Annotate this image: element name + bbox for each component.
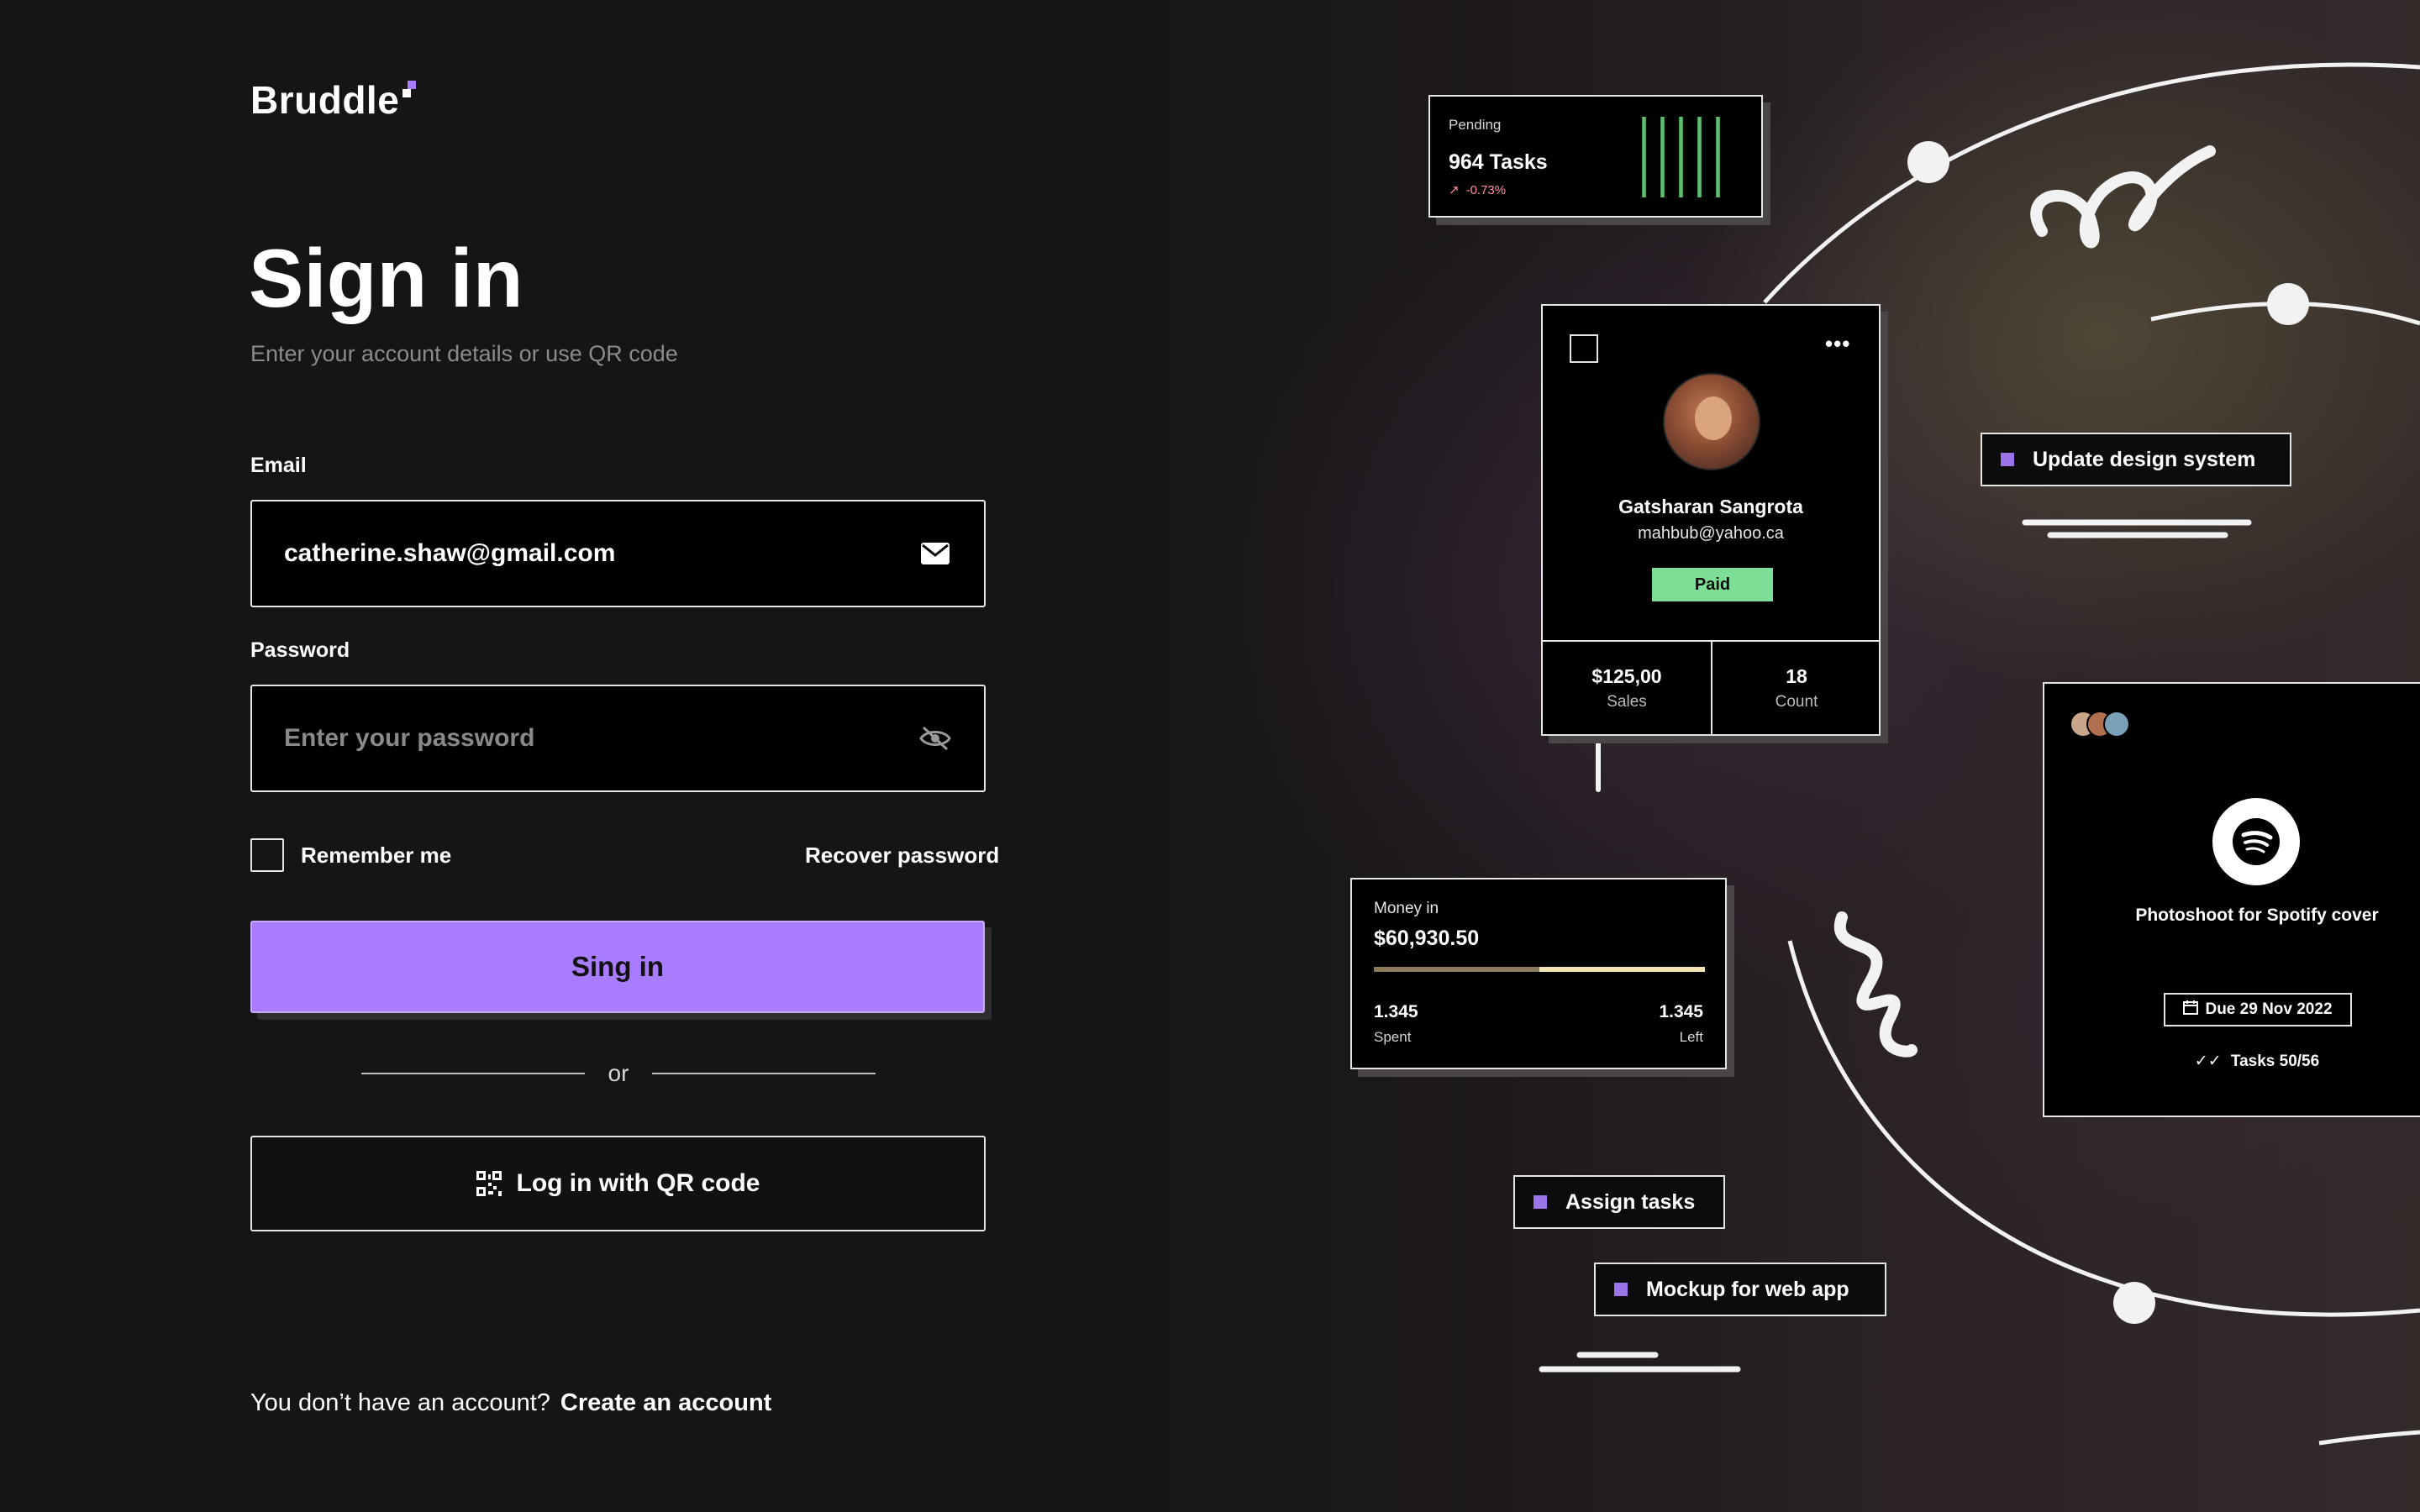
create-account-link[interactable]: Create an account: [560, 1389, 771, 1416]
page-title: Sign in: [249, 232, 523, 324]
or-divider: or: [361, 1060, 876, 1087]
pending-change-row: ↗ -0.73%: [1449, 182, 1507, 198]
assignee-avatars: [2070, 711, 2130, 738]
tag-marker: [1614, 1283, 1628, 1296]
email-field[interactable]: catherine.shaw@gmail.com: [250, 500, 986, 607]
password-placeholder[interactable]: Enter your password: [284, 724, 918, 753]
count-stat: 18 Count: [1712, 665, 1881, 711]
sign-in-button[interactable]: Sing in: [250, 921, 985, 1013]
signup-prompt: You don’t have an account? Create an acco…: [250, 1389, 771, 1417]
tag-update-design-system: Update design system: [1981, 433, 2291, 486]
left-value: 1.345: [1659, 1002, 1703, 1021]
tag-mockup-web-app: Mockup for web app: [1594, 1263, 1886, 1316]
profile-email: mahbub@yahoo.ca: [1638, 524, 1784, 543]
tag-marker: [2001, 453, 2014, 466]
qr-login-button[interactable]: Log in with QR code: [250, 1136, 986, 1231]
calendar-icon: [2183, 1000, 2199, 1020]
profile-card: ••• Gatsharan Sangrota mahbub@yahoo.ca P…: [1541, 304, 1881, 736]
mail-icon: [918, 537, 952, 570]
money-in-card: Money in $60,930.50 1.345 Spent 1.345 Le…: [1350, 878, 1727, 1069]
remember-label: Remember me: [301, 842, 452, 868]
qr-login-label: Log in with QR code: [516, 1169, 760, 1197]
divider-line: [361, 1073, 585, 1074]
due-date-text: Due 29 Nov 2022: [2205, 1000, 2333, 1018]
money-progress-fill: [1374, 967, 1539, 972]
password-label: Password: [250, 638, 350, 662]
profile-checkbox[interactable]: [1570, 334, 1598, 363]
brand-name: Bruddle: [250, 78, 400, 122]
pending-bars-chart: [1642, 117, 1720, 197]
qr-code-icon: [476, 1171, 502, 1196]
money-value: $60,930.50: [1374, 927, 1480, 950]
avatar: [2103, 711, 2130, 738]
pending-value: 964 Tasks: [1449, 150, 1548, 174]
tasks-progress: ✓✓ Tasks 50/56: [2044, 1052, 2420, 1071]
spent-value: 1.345: [1374, 1002, 1418, 1021]
signup-text: You don’t have an account?: [250, 1389, 550, 1416]
more-horizontal-icon[interactable]: •••: [1825, 331, 1850, 357]
sales-stat: $125,00 Sales: [1543, 665, 1711, 711]
sales-label: Sales: [1607, 693, 1647, 711]
tag-label: Mockup for web app: [1646, 1277, 1849, 1301]
tag-label: Update design system: [2033, 447, 2256, 471]
avatar: [1663, 373, 1760, 470]
divider-line: [652, 1073, 876, 1074]
email-label: Email: [250, 454, 307, 477]
recover-password-link[interactable]: Recover password: [805, 843, 999, 869]
trend-arrow-icon: ↗: [1449, 183, 1460, 197]
due-date-badge: Due 29 Nov 2022: [2164, 993, 2352, 1026]
divider-text: or: [608, 1060, 629, 1086]
pending-tasks-card: Pending 964 Tasks ↗ -0.73%: [1428, 95, 1763, 218]
tag-assign-tasks: Assign tasks: [1513, 1175, 1725, 1229]
spotify-task-card: Photoshoot for Spotify cover Due 29 Nov …: [2043, 682, 2420, 1117]
pending-change: -0.73%: [1465, 182, 1507, 197]
count-value: 18: [1786, 665, 1807, 687]
brand-logo[interactable]: Bruddle: [250, 77, 421, 123]
profile-name: Gatsharan Sangrota: [1618, 496, 1803, 517]
pending-label: Pending: [1449, 117, 1502, 133]
remember-me[interactable]: Remember me: [250, 838, 451, 872]
email-value[interactable]: catherine.shaw@gmail.com: [284, 539, 918, 568]
spent-label: Spent: [1374, 1029, 1412, 1045]
tag-label: Assign tasks: [1565, 1189, 1696, 1214]
money-progress-track: [1374, 967, 1705, 972]
password-field[interactable]: Enter your password: [250, 685, 986, 792]
avatar-face: [1695, 396, 1732, 440]
double-check-icon: ✓✓: [2194, 1053, 2222, 1070]
spotify-icon: [2212, 798, 2300, 885]
remember-checkbox[interactable]: [250, 838, 284, 872]
eye-off-icon[interactable]: [918, 722, 952, 755]
left-label: Left: [1679, 1029, 1703, 1045]
logo-mark-icon: [402, 81, 421, 99]
tasks-count: Tasks 50/56: [2230, 1053, 2320, 1070]
status-badge: Paid: [1652, 568, 1773, 601]
task-title: Photoshoot for Spotify cover: [2135, 906, 2379, 925]
count-label: Count: [1775, 693, 1818, 711]
page-subtitle: Enter your account details or use QR cod…: [250, 341, 678, 366]
money-label: Money in: [1374, 900, 1439, 917]
sales-value: $125,00: [1591, 665, 1662, 687]
sign-in-panel: Bruddle Sign in Enter your account detai…: [0, 0, 1176, 1512]
tag-marker: [1534, 1195, 1547, 1209]
